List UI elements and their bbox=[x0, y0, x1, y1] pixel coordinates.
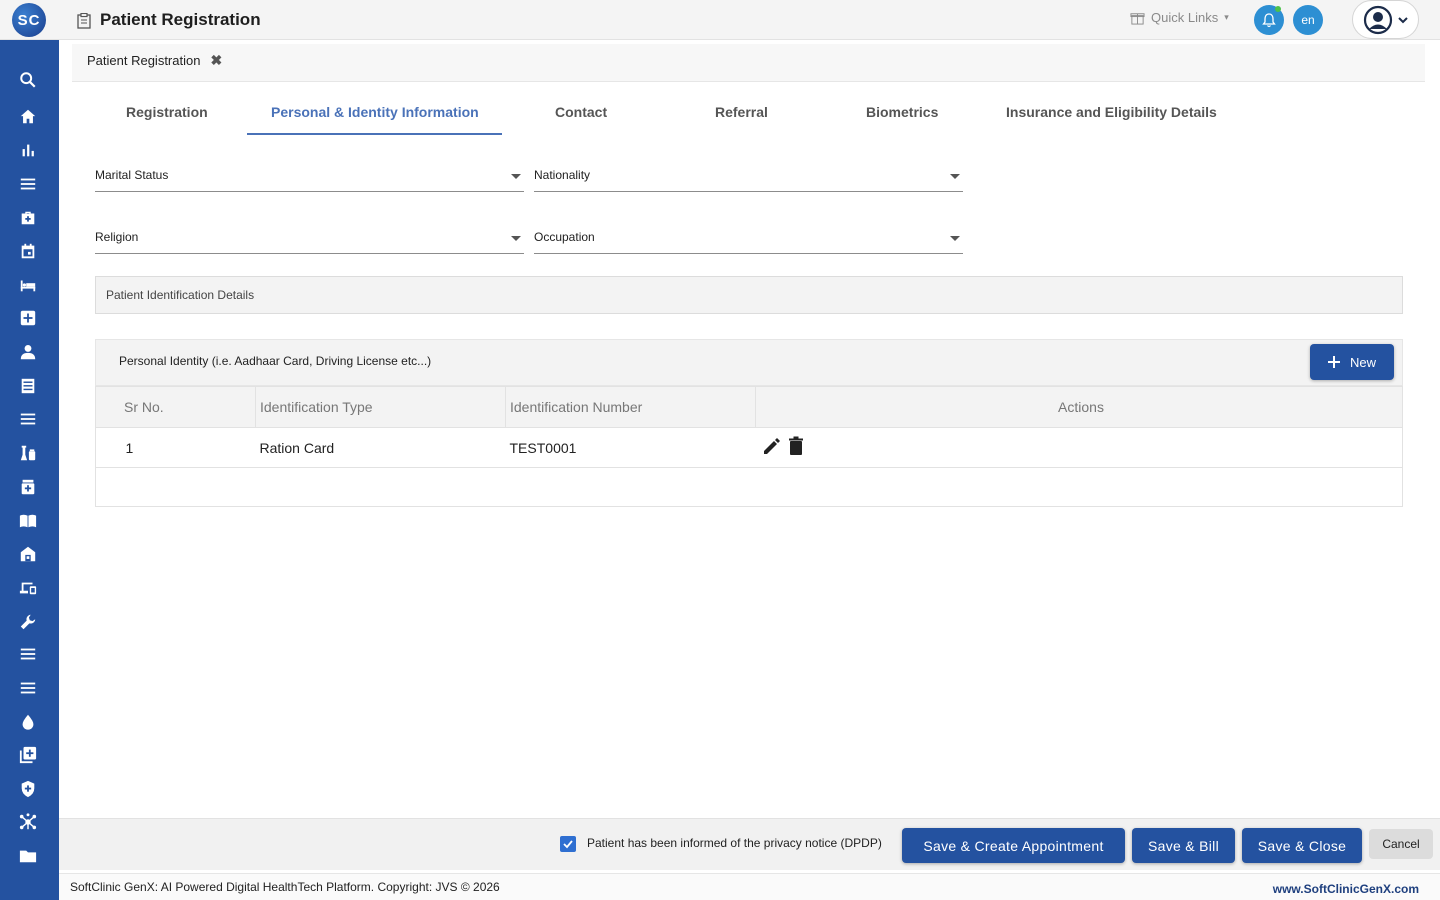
calendar-icon[interactable] bbox=[18, 241, 38, 261]
tab-biometrics[interactable]: Biometrics bbox=[866, 104, 938, 120]
wrench-icon[interactable] bbox=[18, 612, 38, 632]
active-tab-indicator bbox=[247, 133, 502, 135]
nationality-select[interactable]: Nationality bbox=[534, 162, 963, 192]
pharmacy-icon[interactable] bbox=[18, 477, 38, 497]
table-empty-row bbox=[95, 466, 1403, 507]
section-title: Patient Identification Details bbox=[106, 288, 255, 302]
person-icon[interactable] bbox=[18, 342, 38, 362]
privacy-notice-checkbox[interactable] bbox=[560, 836, 576, 852]
drop-icon[interactable] bbox=[18, 712, 38, 732]
column-header-identification-type[interactable]: Identification Type bbox=[255, 386, 506, 428]
add-box-icon[interactable] bbox=[18, 745, 38, 765]
marital-status-select[interactable]: Marital Status bbox=[95, 162, 524, 192]
chevron-down-icon: ▾ bbox=[1224, 12, 1229, 22]
lines-icon-2[interactable] bbox=[18, 678, 38, 698]
column-header-actions: Actions bbox=[755, 386, 1403, 428]
document-icon[interactable] bbox=[18, 376, 38, 396]
cell-identification-type: Ration Card bbox=[255, 427, 506, 468]
checkmark-icon bbox=[563, 840, 573, 849]
occupation-select[interactable]: Occupation bbox=[534, 224, 963, 254]
list-icon[interactable] bbox=[18, 409, 38, 429]
network-icon[interactable] bbox=[18, 812, 38, 832]
table-border bbox=[95, 386, 96, 507]
page-title: Patient Registration bbox=[100, 10, 261, 29]
lines-icon[interactable] bbox=[18, 644, 38, 664]
menu-icon[interactable] bbox=[18, 174, 38, 194]
delete-icon[interactable] bbox=[788, 436, 804, 456]
dropdown-arrow-icon bbox=[511, 236, 521, 241]
tab-referral[interactable]: Referral bbox=[715, 104, 768, 120]
clipboard-icon bbox=[77, 13, 91, 29]
cell-identification-number: TEST0001 bbox=[505, 427, 756, 468]
medical-bag-icon[interactable] bbox=[18, 208, 38, 228]
dropdown-arrow-icon bbox=[511, 174, 521, 179]
table-border bbox=[1402, 386, 1403, 507]
notifications-button[interactable] bbox=[1254, 5, 1284, 35]
sidebar bbox=[0, 40, 59, 900]
dropdown-arrow-icon bbox=[950, 174, 960, 179]
save-close-button[interactable]: Save & Close bbox=[1242, 828, 1362, 863]
copyright-text: SoftClinic GenX: AI Powered Digital Heal… bbox=[70, 880, 500, 894]
profile-menu[interactable] bbox=[1352, 0, 1419, 39]
new-identity-button[interactable]: New bbox=[1310, 344, 1394, 380]
identity-grid-header: Personal Identity (i.e. Aadhaar Card, Dr… bbox=[95, 339, 1403, 386]
dropdown-arrow-icon bbox=[950, 236, 960, 241]
marital-status-label: Marital Status bbox=[95, 168, 169, 182]
identification-section-header[interactable]: Patient Identification Details bbox=[95, 276, 1403, 314]
edit-icon[interactable] bbox=[762, 436, 782, 456]
cancel-button[interactable]: Cancel bbox=[1369, 829, 1433, 859]
table-header-row: Sr No. Identification Type Identificatio… bbox=[95, 386, 1403, 428]
home-icon[interactable] bbox=[18, 107, 38, 127]
tab-contact[interactable]: Contact bbox=[555, 104, 607, 120]
search-icon[interactable] bbox=[18, 70, 38, 90]
tab-personal-identity[interactable]: Personal & Identity Information bbox=[271, 104, 479, 120]
save-bill-button[interactable]: Save & Bill bbox=[1132, 828, 1235, 863]
bell-icon bbox=[1262, 12, 1276, 27]
devices-icon[interactable] bbox=[18, 578, 38, 598]
avatar-icon bbox=[1363, 5, 1393, 34]
table-row[interactable]: 1 Ration Card TEST0001 bbox=[95, 427, 1403, 468]
shield-icon[interactable] bbox=[18, 779, 38, 799]
occupation-label: Occupation bbox=[534, 230, 595, 244]
top-header: SC Patient Registration Quick Links ▾ en bbox=[0, 0, 1440, 40]
bed-icon[interactable] bbox=[18, 275, 38, 295]
new-button-label: New bbox=[1349, 354, 1376, 370]
breadcrumb-bar: Patient Registration ✖ bbox=[72, 44, 1425, 82]
notification-dot bbox=[1275, 6, 1281, 12]
lab-icon[interactable] bbox=[18, 443, 38, 463]
app-logo[interactable]: SC bbox=[12, 3, 46, 37]
column-header-identification-number[interactable]: Identification Number bbox=[505, 386, 756, 428]
save-create-appointment-button[interactable]: Save & Create Appointment bbox=[902, 828, 1125, 863]
building-icon[interactable] bbox=[18, 544, 38, 564]
folder-icon[interactable] bbox=[18, 846, 38, 866]
column-header-sr-no[interactable]: Sr No. bbox=[95, 386, 256, 428]
quick-links-menu[interactable]: Quick Links ▾ bbox=[1130, 10, 1229, 25]
gift-icon bbox=[1130, 13, 1145, 25]
book-icon[interactable] bbox=[18, 511, 38, 531]
religion-select[interactable]: Religion bbox=[95, 224, 524, 254]
cell-actions bbox=[755, 427, 1403, 468]
identity-grid-title: Personal Identity (i.e. Aadhaar Card, Dr… bbox=[119, 354, 432, 368]
close-icon[interactable]: ✖ bbox=[210, 52, 222, 69]
tab-insurance[interactable]: Insurance and Eligibility Details bbox=[1006, 104, 1217, 120]
religion-label: Religion bbox=[95, 230, 139, 244]
hospital-plus-icon[interactable] bbox=[18, 308, 38, 328]
language-button[interactable]: en bbox=[1293, 5, 1323, 35]
privacy-notice-label: Patient has been informed of the privacy… bbox=[587, 836, 882, 850]
breadcrumb-tab[interactable]: Patient Registration ✖ bbox=[87, 52, 222, 69]
breadcrumb-label: Patient Registration bbox=[87, 53, 201, 68]
cell-sr-no: 1 bbox=[95, 427, 256, 468]
website-link[interactable]: www.SoftClinicGenX.com bbox=[1273, 882, 1419, 896]
tab-registration[interactable]: Registration bbox=[126, 104, 208, 120]
quick-links-label: Quick Links bbox=[1151, 10, 1219, 25]
chevron-down-icon bbox=[1398, 16, 1408, 23]
identity-table: Sr No. Identification Type Identificatio… bbox=[95, 386, 1403, 468]
bar-chart-icon[interactable] bbox=[18, 140, 38, 160]
plus-icon bbox=[1327, 356, 1340, 368]
nationality-label: Nationality bbox=[534, 168, 591, 182]
